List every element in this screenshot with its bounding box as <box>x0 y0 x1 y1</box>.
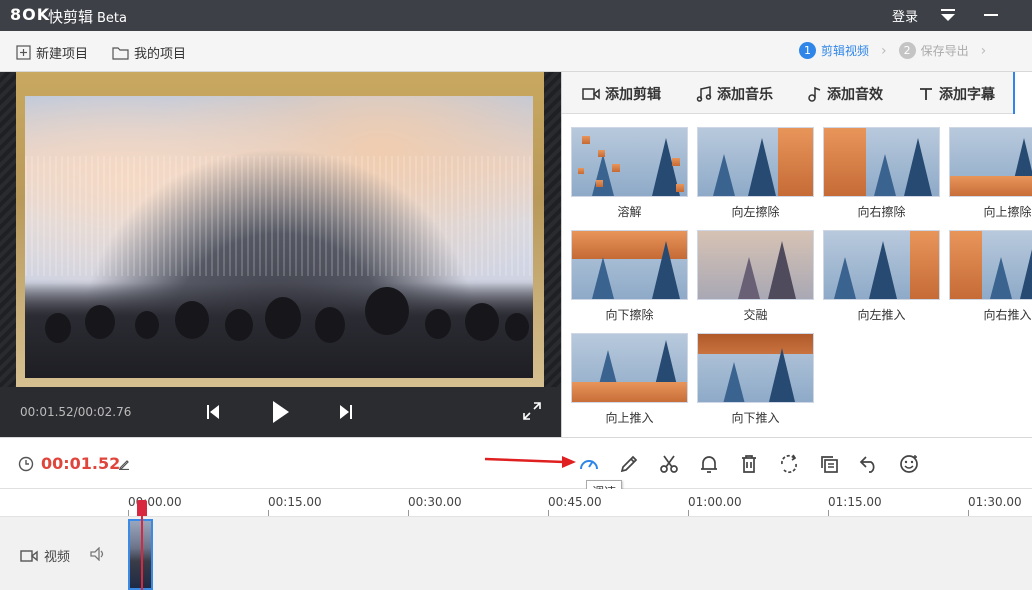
transition-wipe-right[interactable] <box>823 127 940 197</box>
my-projects-button[interactable]: 我的项目 <box>112 43 186 62</box>
transition-wipe-down[interactable] <box>571 230 688 300</box>
playback-time: 00:01.52/00:02.76 <box>20 405 132 419</box>
transition-push-up[interactable] <box>571 333 688 403</box>
fountain-spray <box>25 156 533 276</box>
step-edit-video[interactable]: 1 剪辑视频 <box>799 42 869 59</box>
my-projects-label: 我的项目 <box>134 47 187 62</box>
video-preview-panel: 00:01.52/00:02.76 <box>0 72 561 437</box>
play-icon[interactable] <box>272 400 290 424</box>
video-camera-icon <box>582 88 600 100</box>
bell-icon[interactable] <box>698 453 720 475</box>
trash-icon[interactable] <box>738 453 760 475</box>
next-frame-icon[interactable] <box>339 404 353 420</box>
transition-push-down[interactable] <box>697 333 814 403</box>
speed-icon[interactable] <box>578 453 600 475</box>
volume-icon[interactable] <box>90 547 106 561</box>
beta-badge: Beta <box>97 11 127 26</box>
music-note-icon <box>696 86 712 102</box>
tick-label: 00:45.00 <box>548 495 602 509</box>
crop-rotate-icon[interactable] <box>778 453 800 475</box>
chevron-right-icon: › <box>881 42 887 59</box>
tick-label: 01:30.00 <box>968 495 1022 509</box>
edit-pencil-icon[interactable] <box>118 458 130 470</box>
tab-add-music[interactable]: 添加音乐 <box>696 84 773 104</box>
tick-label: 00:15.00 <box>268 495 322 509</box>
transition-label: 向右擦除 <box>857 205 906 219</box>
transition-label: 向下擦除 <box>605 308 654 322</box>
transition-label: 溶解 <box>617 205 642 219</box>
previous-frame-icon[interactable] <box>206 404 220 420</box>
clock-icon <box>18 456 34 472</box>
app-title: 快剪辑 Beta <box>48 8 127 26</box>
transition-blend[interactable] <box>697 230 814 300</box>
transition-label: 向上推入 <box>605 411 654 425</box>
undo-icon[interactable] <box>858 453 880 475</box>
sound-effect-icon <box>808 86 821 102</box>
pencil-icon[interactable] <box>618 453 640 475</box>
resource-tabs: 添加剪辑 添加音乐 添加音效 添加字幕 <box>562 72 1032 114</box>
current-time: 00:01.52 <box>41 454 121 473</box>
transition-label: 交融 <box>743 308 768 322</box>
video-frame <box>16 72 544 387</box>
chevron-right-icon: › <box>980 42 987 59</box>
new-project-label: 新建项目 <box>36 47 89 62</box>
menu-dropdown-icon[interactable] <box>940 8 956 22</box>
transition-label: 向左擦除 <box>731 205 780 219</box>
app-logo: 8OK <box>10 5 51 24</box>
smiley-icon[interactable] <box>898 453 920 475</box>
fullscreen-icon[interactable] <box>523 402 541 420</box>
step-export[interactable]: 2 保存导出 <box>898 42 969 59</box>
transition-label: 向右推入 <box>983 308 1032 322</box>
transition-push-right[interactable] <box>949 230 1032 300</box>
video-canvas[interactable] <box>25 96 533 378</box>
tick-label: 00:30.00 <box>408 495 462 509</box>
plus-box-icon <box>16 45 31 60</box>
tab-add-clip[interactable]: 添加剪辑 <box>582 84 661 104</box>
timeline-ruler[interactable]: 00:00.00 00:15.00 00:30.00 00:45.00 01:0… <box>0 489 1032 517</box>
playback-controls: 00:01.52/00:02.76 <box>0 387 561 437</box>
tick-label: 01:00.00 <box>688 495 742 509</box>
text-icon <box>920 88 932 100</box>
transition-dissolve[interactable] <box>571 127 688 197</box>
transition-label: 向左推入 <box>857 308 906 322</box>
transition-label: 向下推入 <box>731 411 780 425</box>
red-arrow-annotation <box>484 456 576 468</box>
video-track-label: 视频 <box>20 546 70 565</box>
scissors-icon[interactable] <box>658 453 680 475</box>
step-indicator: 1 剪辑视频 › 2 保存导出 › <box>799 42 998 59</box>
video-track: 视频 <box>0 517 1032 590</box>
folder-icon <box>112 46 129 60</box>
transition-wipe-up[interactable] <box>949 127 1032 197</box>
tab-add-subtitle[interactable]: 添加字幕 <box>918 84 995 104</box>
video-camera-icon <box>20 549 38 562</box>
tab-add-sfx[interactable]: 添加音效 <box>806 84 883 104</box>
transition-push-left[interactable] <box>823 230 940 300</box>
crowd <box>25 283 533 378</box>
resource-panel: 添加剪辑 添加音乐 添加音效 添加字幕 溶解 向左擦除 向右擦除 向上擦除 向下… <box>561 72 1032 437</box>
title-bar: 8OK 快剪辑 Beta 登录 <box>0 0 1032 31</box>
project-bar: 新建项目 我的项目 1 剪辑视频 › 2 保存导出 › <box>0 31 1032 72</box>
playhead-handle[interactable] <box>137 500 147 516</box>
login-button[interactable]: 登录 <box>892 6 918 25</box>
transition-label: 向上擦除 <box>983 205 1032 219</box>
minimize-button[interactable] <box>984 14 998 16</box>
transition-wipe-left[interactable] <box>697 127 814 197</box>
tick-label: 01:15.00 <box>828 495 882 509</box>
new-project-button[interactable]: 新建项目 <box>16 43 88 62</box>
copy-icon[interactable] <box>818 453 840 475</box>
tab-transitions-active[interactable] <box>1013 72 1032 114</box>
